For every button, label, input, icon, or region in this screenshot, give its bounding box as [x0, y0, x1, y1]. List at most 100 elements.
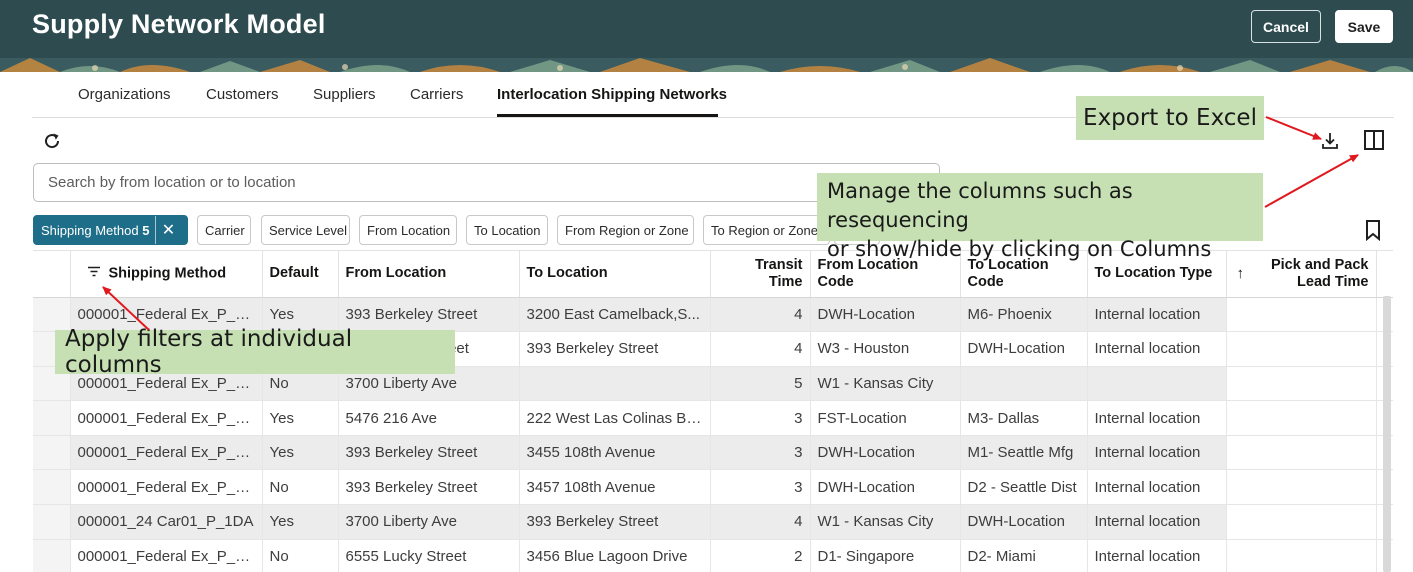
table-cell: M3- Dallas	[960, 400, 1088, 436]
save-button[interactable]: Save	[1335, 10, 1393, 43]
filter-chip-carrier[interactable]: Carrier	[197, 215, 251, 245]
table-cell: Internal location	[1087, 539, 1227, 572]
table-cell: 3200 East Camelback,S...	[519, 297, 711, 333]
filter-chip-to-location[interactable]: To Location	[466, 215, 548, 245]
table-cell	[1226, 504, 1377, 540]
tab-organizations[interactable]: Organizations	[78, 86, 171, 103]
table-cell: 393 Berkeley Street	[338, 469, 520, 506]
table-cell: 393 Berkeley Street	[519, 504, 711, 540]
tab-carriers[interactable]: Carriers	[410, 86, 463, 103]
row-selector[interactable]	[33, 539, 71, 572]
table-cell	[1226, 435, 1377, 471]
row-selector[interactable]	[33, 469, 71, 506]
table-cell: 2	[710, 539, 811, 572]
cancel-button[interactable]: Cancel	[1251, 10, 1321, 43]
column-header-default[interactable]: Default	[262, 251, 339, 298]
app-header: Supply Network Model Cancel Save	[0, 0, 1413, 72]
column-header-from-location[interactable]: From Location	[338, 251, 520, 298]
table-cell: Internal location	[1087, 435, 1227, 471]
table-cell: No	[262, 539, 339, 572]
export-download-icon[interactable]	[1318, 129, 1342, 153]
table-cell: 3456 Blue Lagoon Drive	[519, 539, 711, 572]
table-cell: 000001_24 Car01_P_1DA	[70, 504, 263, 540]
table-cell: 3	[710, 400, 811, 436]
table-row[interactable]: 000001_Federal Ex_P_FXG No 393 Berkeley St…	[33, 469, 1393, 506]
table-cell: Yes	[262, 504, 339, 540]
table-row[interactable]: 000001_Federal Ex_P_FXG Yes 5476 216 Ave 22…	[33, 400, 1393, 436]
filter-icon[interactable]	[87, 265, 101, 282]
table-cell: 4	[710, 504, 811, 540]
table-cell: M1- Seattle Mfg	[960, 435, 1088, 471]
callout-line: or show/hide by clicking on Columns	[827, 237, 1212, 261]
columns-icon[interactable]	[1362, 128, 1386, 152]
column-header-label: Pick and Pack Lead Time	[1270, 256, 1369, 290]
row-selector[interactable]	[33, 400, 71, 436]
row-selector[interactable]	[33, 435, 71, 471]
table-cell: FST-Location	[810, 400, 961, 436]
table-cell: 393 Berkeley Street	[338, 435, 520, 471]
filter-chip-shipping-method[interactable]: Shipping Method 5 ✕	[33, 215, 188, 245]
table-cell: DWH-Location	[810, 435, 961, 471]
chip-divider	[155, 216, 157, 244]
arrow-to-export-icon	[1265, 116, 1322, 140]
header-decorative-pattern	[0, 58, 1413, 72]
column-header-shipping-method[interactable]: Shipping Method	[70, 251, 263, 298]
row-selector-header	[33, 251, 71, 298]
table-row[interactable]: 000001_24 Car01_P_1DA Yes 3700 Liberty Ave…	[33, 504, 1393, 540]
table-cell	[1226, 331, 1377, 367]
scroll-gutter-header	[1376, 251, 1393, 298]
table-cell: 222 West Las Colinas Blvd	[519, 400, 711, 436]
table-cell: 4	[710, 297, 811, 333]
table-cell: Internal location	[1087, 469, 1227, 506]
table-cell: 3455 108th Avenue	[519, 435, 711, 471]
table-cell: DWH-Location	[960, 504, 1088, 540]
table-cell: D2- Miami	[960, 539, 1088, 572]
table-row[interactable]: 000001_Federal Ex_P_FXG No 6555 Lucky Stre…	[33, 539, 1393, 572]
sort-ascending-icon[interactable]: ↑	[1237, 265, 1245, 282]
table-cell: 000001_Federal Ex_P_FXG	[70, 539, 263, 572]
arrow-to-columns-icon	[1264, 154, 1359, 208]
tab-customers[interactable]: Customers	[206, 86, 279, 103]
row-selector[interactable]	[33, 504, 71, 540]
table-cell	[960, 366, 1088, 402]
filter-chip-from-location[interactable]: From Location	[359, 215, 457, 245]
refresh-icon[interactable]	[41, 130, 63, 152]
table-cell: 393 Berkeley Street	[519, 331, 711, 367]
table-cell: 000001_Federal Ex_P_FXG	[70, 469, 263, 506]
table-cell: DWH-Location	[960, 331, 1088, 367]
table-cell: Internal location	[1087, 297, 1227, 333]
shipping-networks-table: Shipping Method Default From Location To…	[33, 250, 1393, 572]
table-cell: 6555 Lucky Street	[338, 539, 520, 572]
table-cell: 3457 108th Avenue	[519, 469, 711, 506]
table-cell: DWH-Location	[810, 469, 961, 506]
filter-chip-to-region-or-zone[interactable]: To Region or Zone	[703, 215, 830, 245]
column-header-transit-time[interactable]: Transit Time	[710, 251, 811, 298]
filter-chip-from-region-or-zone[interactable]: From Region or Zone	[557, 215, 694, 245]
filter-chip-label: Shipping Method	[41, 222, 139, 238]
active-tab-indicator	[497, 114, 718, 117]
table-cell	[1226, 366, 1377, 402]
table-cell: Internal location	[1087, 331, 1227, 367]
filter-chip-service-level[interactable]: Service Level	[261, 215, 350, 245]
table-cell: W3 - Houston	[810, 331, 961, 367]
bookmark-icon[interactable]	[1363, 219, 1383, 241]
table-cell: 3	[710, 435, 811, 471]
table-row[interactable]: 000001_Federal Ex_P_FXG Yes 393 Berkeley S…	[33, 435, 1393, 471]
table-cell	[1226, 469, 1377, 506]
callout-line: Manage the columns such as resequencing	[827, 179, 1133, 232]
remove-filter-close-icon[interactable]: ✕	[156, 220, 180, 240]
table-cell: 000001_Federal Ex_P_FXG	[70, 400, 263, 436]
table-cell: 5	[710, 366, 811, 402]
table-cell: Yes	[262, 400, 339, 436]
table-cell: 5476 216 Ave	[338, 400, 520, 436]
table-cell: W1 - Kansas City	[810, 504, 961, 540]
tab-interlocation-shipping-networks[interactable]: Interlocation Shipping Networks	[497, 86, 727, 103]
table-cell: 4	[710, 331, 811, 367]
search-input[interactable]	[34, 164, 939, 201]
callout-apply-filters: Apply filters at individual columns	[55, 326, 455, 378]
table-cell: 3	[710, 469, 811, 506]
tab-suppliers[interactable]: Suppliers	[313, 86, 376, 103]
table-cell	[519, 366, 711, 402]
vertical-scrollbar[interactable]	[1383, 296, 1391, 572]
column-header-to-location[interactable]: To Location	[519, 251, 711, 298]
